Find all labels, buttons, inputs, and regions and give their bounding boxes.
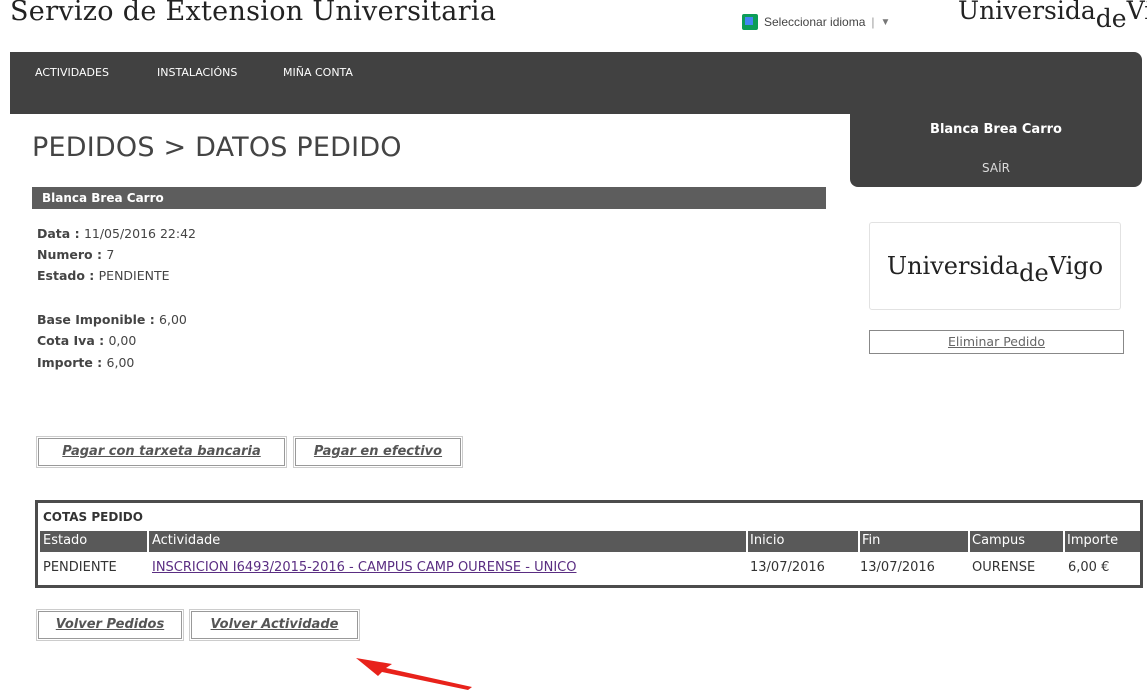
page-title: PEDIDOS > DATOS PEDIDO — [32, 132, 402, 163]
google-translate-icon — [742, 14, 758, 30]
table-header: Estado Actividade Inicio Fin Campus Impo… — [40, 531, 1140, 552]
language-selector-label: Seleccionar idioma — [764, 15, 866, 29]
order-status: Estado : PENDIENTE — [37, 268, 170, 283]
main-navbar: ACTIVIDADES INSTALACIÓNS MIÑA CONTA — [10, 52, 1142, 114]
pay-card-button[interactable]: Pagar con tarxeta bancaria — [36, 436, 287, 468]
activity-link[interactable]: INSCRICION I6493/2015-2016 - CAMPUS CAMP… — [152, 560, 576, 575]
annotation-arrow-shape — [356, 658, 472, 690]
back-activity-button[interactable]: Volver Actividade — [189, 609, 360, 641]
divider — [968, 531, 970, 552]
customer-name-bar: Blanca Brea Carro — [32, 187, 826, 209]
order-amount: Importe : 6,00 — [37, 355, 135, 370]
header-inicio: Inicio — [750, 533, 785, 548]
nav-item-mina-conta[interactable]: MIÑA CONTA — [283, 66, 353, 79]
annotation-arrow-icon — [356, 658, 472, 690]
table-row: PENDIENTE INSCRICION I6493/2015-2016 - C… — [40, 557, 1140, 579]
table-title: COTAS PEDIDO — [43, 510, 143, 524]
divider — [858, 531, 860, 552]
user-panel: Blanca Brea Carro SAÍR — [850, 114, 1142, 187]
order-items-table: COTAS PEDIDO Estado Actividade Inicio Fi… — [35, 500, 1143, 588]
site-title: Servizo de Extension Universitaria — [10, 0, 497, 27]
order-number: Numero : 7 — [37, 247, 115, 262]
language-selector[interactable]: Seleccionar idioma | ▼ — [742, 12, 890, 32]
dropdown-arrow-icon[interactable]: ▼ — [881, 17, 891, 28]
university-logo-header: UniversidadeVigo — [958, 0, 1147, 33]
header-fin: Fin — [862, 533, 881, 548]
cell-estado: PENDIENTE — [43, 560, 117, 575]
order-vat: Cota Iva : 0,00 — [37, 333, 137, 348]
header-importe: Importe — [1067, 533, 1119, 548]
header-campus: Campus — [972, 533, 1025, 548]
back-orders-button[interactable]: Volver Pedidos — [36, 609, 184, 641]
user-name: Blanca Brea Carro — [930, 122, 1062, 137]
nav-item-instalacions[interactable]: INSTALACIÓNS — [157, 66, 237, 79]
divider: | — [871, 15, 875, 29]
divider — [746, 531, 748, 552]
delete-order-button[interactable]: Eliminar Pedido — [869, 330, 1124, 354]
university-logo: Universida de Vigo — [869, 222, 1121, 310]
divider — [1063, 531, 1065, 552]
cell-importe: 6,00 € — [1068, 560, 1110, 575]
cell-fin: 13/07/2016 — [860, 560, 935, 575]
header-estado: Estado — [43, 533, 88, 548]
divider — [147, 531, 149, 552]
pay-cash-button[interactable]: Pagar en efectivo — [293, 436, 463, 468]
header-actividade: Actividade — [152, 533, 221, 548]
order-base: Base Imponible : 6,00 — [37, 312, 187, 327]
cell-campus: OURENSE — [972, 560, 1036, 575]
logout-link[interactable]: SAÍR — [850, 161, 1142, 175]
nav-item-actividades[interactable]: ACTIVIDADES — [35, 66, 109, 79]
cell-inicio: 13/07/2016 — [750, 560, 825, 575]
order-date: Data : 11/05/2016 22:42 — [37, 226, 196, 241]
